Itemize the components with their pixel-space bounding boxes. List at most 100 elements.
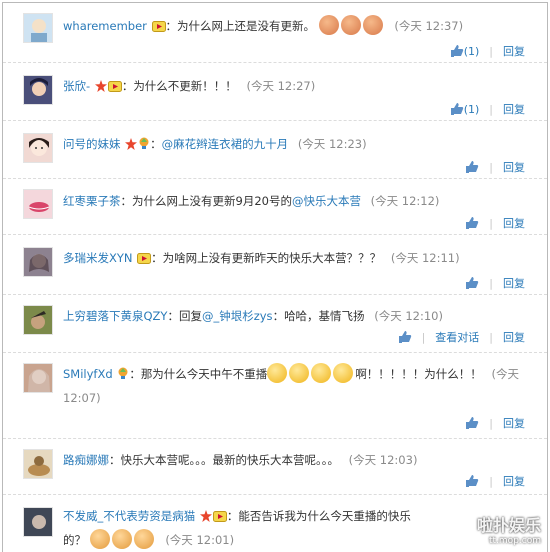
reply-button[interactable]: 回复 [503,473,525,489]
sad-emoji-icon [267,363,288,383]
avatar[interactable] [23,507,53,537]
divider: | [489,44,493,58]
username[interactable]: 多瑞米发XYN [63,251,133,265]
comment-text: 那为什么今天中午不重播 [140,367,268,381]
comment-text: 为啥网上没有更新昨天的快乐大本营？？？ [162,251,382,265]
username[interactable]: 问号的妹妹 [63,137,121,151]
comment-text: 为什么不更新！！！ [133,79,237,93]
like-button[interactable]: (1) [450,44,479,58]
username[interactable]: SMilyfXd [63,367,113,381]
mention-link[interactable]: @麻花辫连衣裙的九十月 [162,137,289,151]
like-count: (1) [463,103,480,116]
laugh-emoji-icon [318,15,339,35]
thumbs-up-icon [450,45,463,57]
username[interactable]: 不发威_不代表劳资是病猫 [63,509,195,523]
sad-emoji-icon [289,363,310,383]
comment-item: 不发威_不代表劳资是病猫 ：能否告诉我为什么今天重播的快乐 的？ (今天 12:… [3,495,547,552]
like-button[interactable] [398,330,412,344]
divider: | [421,330,426,344]
username[interactable]: 路痴娜娜 [63,453,109,467]
divider: | [489,276,493,290]
like-button[interactable] [465,276,479,290]
divider: | [489,216,493,230]
video-badge-icon [137,249,152,271]
comment-text: 的？ [63,533,86,547]
thumbs-up-icon [398,331,411,343]
view-thread-button[interactable]: 查看对话 [435,329,479,345]
username[interactable]: wharemember [63,19,147,33]
reply-button[interactable]: 回复 [503,101,525,117]
reply-button[interactable]: 回复 [503,159,525,175]
reply-button[interactable]: 回复 [503,329,525,345]
crying-emoji-icon [133,529,154,549]
comment-item: 问号的妹妹 ：@麻花辫连衣裙的九十月 (今天 12:23) | 回复 [3,121,547,179]
thumbs-up-icon [466,277,479,289]
reply-button[interactable]: 回复 [503,275,525,291]
divider: | [489,102,493,116]
timestamp: (今天 12:27) [246,79,316,93]
divider: | [489,330,493,344]
reply-button[interactable]: 回复 [503,43,525,59]
avatar[interactable] [23,449,53,479]
username[interactable]: 红枣栗子茶 [63,194,121,208]
watermark-site: tt.mop.com [489,536,541,546]
avatar[interactable] [23,189,53,219]
like-button[interactable] [465,216,479,230]
sad-emoji-icon [311,363,332,383]
video-badge-icon [151,17,166,39]
reply-button[interactable]: 回复 [503,215,525,231]
comment-item: 红枣栗子茶：为什么网上没有更新9月20号的@快乐大本营 (今天 12:12) |… [3,179,547,235]
timestamp: (今天 12:01) [165,533,235,547]
avatar[interactable] [23,305,53,335]
sad-emoji-icon [333,363,354,383]
thumbs-up-icon [466,475,479,487]
comment-item: 路痴娜娜：快乐大本营呢。。。最新的快乐大本营呢。。。 (今天 12:03) | … [3,439,547,495]
divider: | [489,474,493,488]
divider: | [489,160,493,174]
star-badge-icon [94,77,107,99]
timestamp: (今天 12:11) [390,251,460,265]
avatar[interactable] [23,75,53,105]
timestamp: (今天 12:03) [348,453,418,467]
comment-item: 上穷碧落下黄泉QZY：回复@_钟垠杉zys：哈哈，基情飞扬 (今天 12:10)… [3,295,547,353]
comment-text: 为什么网上没有更新9月20号的 [132,194,292,208]
timestamp: (今天 12:10) [374,309,443,323]
comment-text: 快乐大本营呢。。。最新的快乐大本营呢。。。 [120,453,340,467]
timestamp: (今天 12:23) [297,137,367,151]
laugh-emoji-icon [362,15,383,35]
thumbs-up-icon [466,417,479,429]
comment-item: 张欣- ：为什么不更新！！！ (今天 12:27) (1) | 回复 [3,63,547,121]
laugh-emoji-icon [340,15,361,35]
video-badge-icon [107,77,122,99]
mention-link[interactable]: @快乐大本营 [292,194,361,208]
crying-emoji-icon [111,529,132,549]
like-button[interactable] [465,160,479,174]
timestamp: (今天 12:12) [370,194,440,208]
mention-link[interactable]: @_钟垠杉zys [202,309,273,323]
comment-text: 哈哈，基情飞扬 [284,309,365,323]
thumbs-up-icon [466,161,479,173]
reply-button[interactable]: 回复 [503,415,525,431]
watermark: 啦扑娱乐 tt.mop.com [477,512,541,546]
comment-text: 能否告诉我为什么今天重播的快乐 [238,509,411,523]
thumbs-up-icon [450,103,463,115]
emoji-group [89,529,156,549]
comment-item: 多瑞米发XYN ：为啥网上没有更新昨天的快乐大本营？？？ (今天 12:11) … [3,235,547,295]
avatar[interactable] [23,133,53,163]
comment-text: 啊！！！！！为什么！！ [355,367,482,381]
username[interactable]: 上穷碧落下黄泉QZY [63,309,167,323]
avatar[interactable] [23,363,53,393]
avatar[interactable] [23,247,53,277]
like-button[interactable] [465,474,479,488]
avatar[interactable] [23,13,53,43]
divider: | [489,416,493,430]
watermark-title: 啦扑娱乐 [476,516,541,535]
like-button[interactable] [465,416,479,430]
comment-item: wharemember ：为什么网上还是没有更新。 (今天 12:37) (1)… [3,3,547,63]
star-badge-icon [199,507,212,529]
bulb-badge-icon [138,135,150,157]
timestamp: (今天 12:37) [394,19,464,33]
like-button[interactable]: (1) [450,102,480,116]
comment-list: wharemember ：为什么网上还是没有更新。 (今天 12:37) (1)… [2,2,548,552]
username[interactable]: 张欣- [63,79,90,93]
